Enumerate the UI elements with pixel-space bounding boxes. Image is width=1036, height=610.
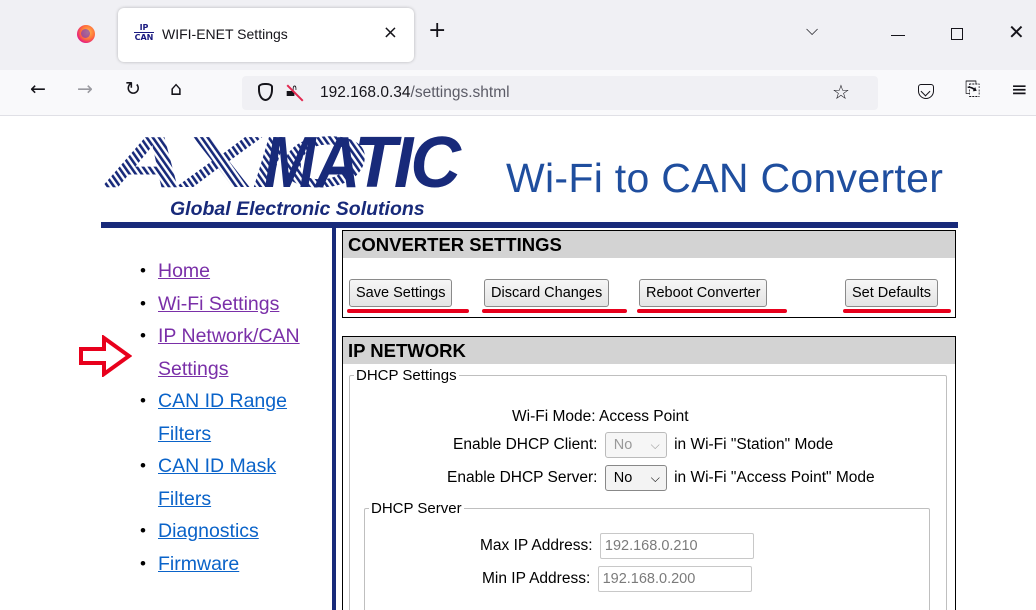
tab-title: WIFI-ENET Settings	[162, 26, 288, 42]
browser-nav-bar: ← → ↻ ⌂ 🔓︎ 192.168.0.34/settings.shtml ☆…	[0, 70, 1036, 116]
reboot-converter-button[interactable]: Reboot Converter	[639, 279, 768, 307]
sidebar-link-can-id-mask[interactable]: CAN ID Mask Filters	[158, 455, 276, 510]
url-path: /settings.shtml	[410, 84, 510, 101]
extensions-icon[interactable]: ⎘	[965, 78, 980, 100]
reboot-underline	[637, 309, 787, 313]
dhcp-client-value: No	[613, 437, 633, 453]
sidebar-link-diagnostics[interactable]: Diagnostics	[158, 520, 259, 542]
svg-text:MA: MA	[264, 131, 360, 203]
sidebar-link-can-id-range[interactable]: CAN ID Range Filters	[158, 390, 287, 445]
dhcp-server-suffix: in Wi-Fi "Access Point" Mode	[674, 469, 875, 487]
dhcp-client-suffix: in Wi-Fi "Station" Mode	[674, 436, 834, 454]
sidebar-item-wifi-settings: Wi-Fi Settings	[140, 288, 320, 321]
save-underline	[347, 309, 469, 313]
min-ip-row: Min IP Address: 192.168.0.200	[482, 566, 752, 592]
sidebar-item-diagnostics: Diagnostics	[140, 515, 320, 548]
browser-tab[interactable]: IP CAN WIFI-ENET Settings ×	[118, 8, 414, 62]
home-icon[interactable]: ⌂	[170, 78, 182, 100]
save-settings-button[interactable]: Save Settings	[349, 279, 453, 307]
dhcp-settings-legend: DHCP Settings	[356, 367, 457, 384]
dhcp-settings-group: DHCP Settings Wi-Fi Mode: Access Point E…	[349, 367, 947, 610]
can-favicon-icon: IP CAN	[134, 23, 154, 45]
favicon-bottom-text: CAN	[134, 33, 154, 42]
web-page: AXIO TIC MA Global Electronic Solutions …	[0, 117, 1036, 610]
converter-settings-title: CONVERTER SETTINGS	[343, 231, 955, 258]
url-host: 192.168.0.34	[320, 84, 411, 101]
bookmark-star-icon[interactable]: ☆	[832, 80, 850, 104]
dhcp-client-select[interactable]: No ⌵	[604, 432, 667, 458]
sidebar-nav: Home Wi-Fi Settings IP Network/CAN Setti…	[140, 255, 320, 580]
tracking-protection-shield-icon[interactable]	[258, 83, 273, 101]
dhcp-server-legend: DHCP Server	[371, 500, 462, 517]
maximize-icon[interactable]	[951, 28, 963, 40]
set-defaults-button[interactable]: Set Defaults	[845, 279, 938, 307]
dhcp-client-label: Enable DHCP Client:	[453, 436, 598, 454]
wifi-mode-label: Wi-Fi Mode:	[512, 408, 596, 425]
wifi-mode-value: Access Point	[599, 408, 689, 425]
sidebar-item-firmware: Firmware	[140, 548, 320, 581]
discard-changes-button[interactable]: Discard Changes	[484, 279, 610, 307]
red-arrow-icon	[79, 335, 132, 377]
max-ip-label: Max IP Address:	[480, 537, 593, 555]
ip-network-panel: IP NETWORK DHCP Settings Wi-Fi Mode: Acc…	[342, 336, 956, 610]
sidebar-item-can-id-range: CAN ID Range Filters	[140, 385, 320, 450]
chevron-down-icon: ⌵	[650, 438, 660, 452]
sidebar-item-can-id-mask: CAN ID Mask Filters	[140, 450, 320, 515]
dhcp-server-select[interactable]: No ⌵	[604, 465, 667, 491]
max-ip-row: Max IP Address: 192.168.0.210	[480, 533, 754, 559]
tab-close-icon[interactable]: ×	[383, 22, 398, 43]
ip-network-title: IP NETWORK	[343, 337, 955, 364]
max-ip-input[interactable]: 192.168.0.210	[599, 533, 754, 559]
sidebar-item-home: Home	[140, 255, 320, 288]
hamburger-menu-icon[interactable]: ≡	[1011, 77, 1028, 101]
forward-arrow-icon[interactable]: →	[77, 78, 93, 100]
sidebar-item-ip-network-can: IP Network/CAN Settings	[140, 320, 320, 385]
reload-icon[interactable]: ↻	[125, 78, 141, 100]
discard-underline	[482, 309, 627, 313]
sidebar-link-home[interactable]: Home	[158, 260, 210, 282]
defaults-underline	[843, 309, 951, 313]
dhcp-server-row: Enable DHCP Server: No ⌵ in Wi-Fi "Access…	[447, 465, 875, 491]
page-title: Wi-Fi to CAN Converter	[506, 155, 944, 201]
min-ip-label: Min IP Address:	[482, 570, 591, 588]
sidebar-link-firmware[interactable]: Firmware	[158, 553, 239, 575]
svg-text:TIC: TIC	[354, 131, 462, 203]
insecure-lock-icon[interactable]: 🔓︎	[286, 81, 297, 101]
minimize-icon[interactable]	[891, 35, 905, 36]
url-text[interactable]: 192.168.0.34/settings.shtml	[320, 84, 510, 102]
browser-tab-strip: IP CAN WIFI-ENET Settings × + ⌵ ✕	[0, 0, 1036, 70]
firefox-icon[interactable]	[77, 25, 95, 43]
sidebar-link-ip-network-can[interactable]: IP Network/CAN Settings	[158, 325, 300, 380]
min-ip-input[interactable]: 192.168.0.200	[597, 566, 752, 592]
wifi-mode-row: Wi-Fi Mode: Access Point	[512, 408, 689, 426]
header-divider	[101, 222, 958, 228]
url-bar[interactable]: 🔓︎ 192.168.0.34/settings.shtml ☆	[242, 76, 878, 110]
window-close-icon[interactable]: ✕	[1008, 20, 1025, 44]
dhcp-server-value: No	[613, 470, 633, 486]
pocket-icon[interactable]	[918, 84, 934, 99]
converter-settings-panel: CONVERTER SETTINGS Save Settings Discard…	[342, 230, 956, 318]
sidebar-divider	[332, 228, 336, 610]
back-arrow-icon[interactable]: ←	[30, 78, 46, 100]
logo-tagline: Global Electronic Solutions	[170, 198, 425, 220]
dhcp-server-group: DHCP Server Max IP Address: 192.168.0.21…	[364, 500, 930, 610]
list-all-tabs-icon[interactable]: ⌵	[806, 20, 818, 40]
dhcp-client-row: Enable DHCP Client: No ⌵ in Wi-Fi "Statio…	[453, 432, 833, 458]
favicon-top-text: IP	[134, 23, 154, 33]
new-tab-icon[interactable]: +	[428, 18, 446, 43]
axiomatic-logo: AXIO TIC MA Global Electronic Solutions	[104, 131, 465, 220]
sidebar-link-wifi-settings[interactable]: Wi-Fi Settings	[158, 293, 279, 315]
dhcp-server-label: Enable DHCP Server:	[447, 469, 598, 487]
chevron-down-icon: ⌵	[650, 471, 660, 485]
